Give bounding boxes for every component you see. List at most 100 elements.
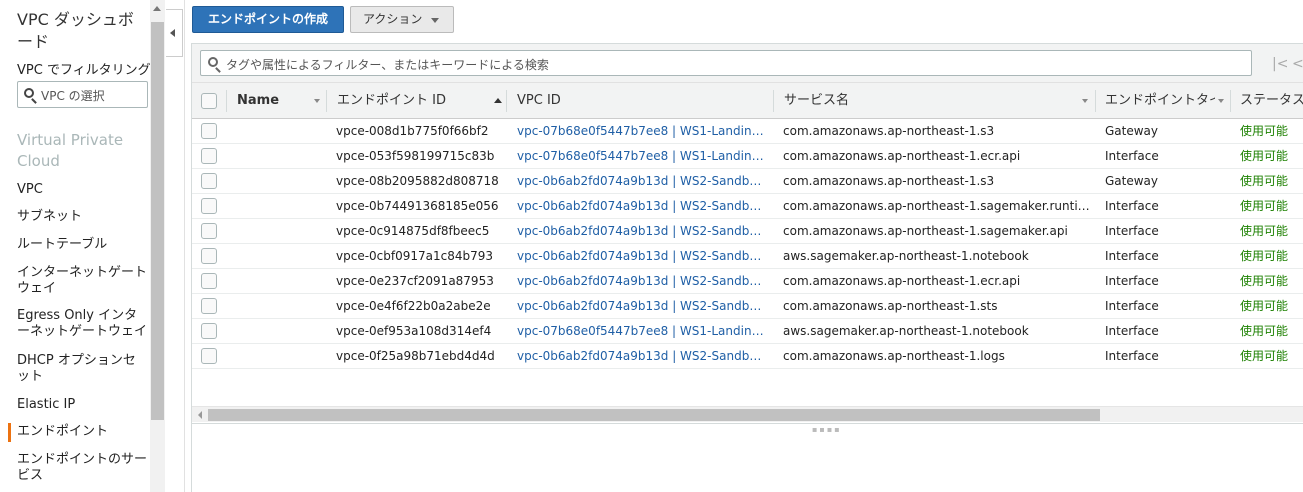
sort-icon[interactable]	[1218, 99, 1224, 103]
sidebar-item-elastic-ip[interactable]: Elastic IP	[17, 397, 147, 413]
vpc-filter-select[interactable]: VPC の選択	[17, 81, 148, 108]
sidebar-item-dhcp-options[interactable]: DHCP オプションセット	[17, 353, 147, 385]
column-separator	[226, 90, 227, 112]
row-checkbox[interactable]	[201, 198, 217, 214]
row-checkbox[interactable]	[201, 123, 217, 139]
row-checkbox[interactable]	[201, 348, 217, 364]
scroll-left-icon[interactable]	[198, 411, 202, 419]
select-all-checkbox[interactable]	[201, 93, 217, 109]
vpc-filter-placeholder: VPC の選択	[41, 89, 105, 103]
sidebar-item-internet-gateways[interactable]: インターネットゲートウェイ	[17, 265, 147, 297]
column-header-endpoint-type[interactable]: エンドポイントタイ	[1105, 83, 1215, 119]
cell-status: 使用可能	[1240, 124, 1289, 138]
create-endpoint-button[interactable]: エンドポイントの作成	[192, 6, 344, 33]
cell-vpc-link[interactable]: vpc-07b68e0f5447b7ee8 | WS1-LandingV...	[517, 144, 767, 168]
column-separator	[506, 90, 507, 112]
cell-endpoint-id: vpce-0c914875df8fbeec5	[336, 224, 490, 238]
sidebar-item-route-tables[interactable]: ルートテーブル	[17, 237, 147, 253]
sidebar-title[interactable]: VPC ダッシュボード	[17, 9, 147, 53]
column-header-status[interactable]: ステータス	[1240, 83, 1303, 119]
resize-grip-icon[interactable]: ▪▪▪▪	[812, 425, 842, 434]
split-pane-divider[interactable]	[192, 423, 1303, 424]
cell-service-name: com.amazonaws.ap-northeast-1.sagemaker.a…	[783, 224, 1068, 238]
sort-icon[interactable]	[314, 99, 320, 103]
cell-name	[237, 344, 322, 368]
table-row[interactable]: vpce-0e237cf2091a87953 vpc-0b6ab2fd074a9…	[192, 269, 1303, 294]
row-checkbox[interactable]	[201, 148, 217, 164]
sort-icon[interactable]	[1082, 99, 1088, 103]
cell-endpoint-type: Interface	[1105, 224, 1159, 238]
scroll-up-icon[interactable]	[153, 6, 161, 11]
table-row[interactable]: vpce-0cbf0917a1c84b793 vpc-0b6ab2fd074a9…	[192, 244, 1303, 269]
sidebar-scroll-thumb[interactable]	[151, 22, 164, 420]
table-row[interactable]: vpce-0e4f6f22b0a2abe2e vpc-0b6ab2fd074a9…	[192, 294, 1303, 319]
table-row[interactable]: vpce-0f25a98b71ebd4d4d vpc-0b6ab2fd074a9…	[192, 344, 1303, 369]
cell-status: 使用可能	[1240, 274, 1289, 288]
cell-endpoint-type: Interface	[1105, 249, 1159, 263]
column-header-vpc-id[interactable]: VPC ID	[517, 83, 561, 119]
sidebar-item-subnets[interactable]: サブネット	[17, 209, 147, 225]
chevron-down-icon	[431, 18, 439, 23]
cell-vpc-link[interactable]: vpc-07b68e0f5447b7ee8 | WS1-LandingV...	[517, 319, 767, 343]
row-checkbox[interactable]	[201, 248, 217, 264]
column-separator	[1230, 90, 1231, 112]
cell-vpc-link[interactable]: vpc-0b6ab2fd074a9b13d | WS2-Sandbox...	[517, 169, 767, 193]
row-checkbox[interactable]	[201, 323, 217, 339]
cell-status: 使用可能	[1240, 174, 1289, 188]
search-bar: タグや属性によるフィルター、またはキーワードによる検索 |< <	[192, 44, 1303, 82]
horizontal-scrollbar[interactable]	[192, 406, 1303, 422]
column-header-name[interactable]: Name	[237, 83, 279, 119]
endpoints-panel: タグや属性によるフィルター、またはキーワードによる検索 |< < Name エン…	[191, 43, 1303, 492]
sidebar-item-egress-only-igw[interactable]: Egress Only インターネットゲートウェイ	[17, 308, 147, 340]
first-page-icon[interactable]: |<	[1272, 56, 1288, 72]
sidebar-item-endpoints[interactable]: エンドポイント	[8, 423, 147, 442]
search-icon	[24, 88, 34, 98]
table-row[interactable]: vpce-0ef953a108d314ef4 vpc-07b68e0f5447b…	[192, 319, 1303, 344]
column-header-endpoint-id[interactable]: エンドポイント ID	[337, 83, 446, 119]
row-checkbox[interactable]	[201, 273, 217, 289]
cell-vpc-link[interactable]: vpc-0b6ab2fd074a9b13d | WS2-Sandbox...	[517, 294, 767, 318]
cell-service-name: com.amazonaws.ap-northeast-1.s3	[783, 124, 995, 138]
row-checkbox[interactable]	[201, 173, 217, 189]
table-row[interactable]: vpce-0b74491368185e056 vpc-0b6ab2fd074a9…	[192, 194, 1303, 219]
sort-asc-icon[interactable]	[494, 98, 502, 103]
cell-vpc-link[interactable]: vpc-0b6ab2fd074a9b13d | WS2-Sandbox...	[517, 344, 767, 368]
cell-vpc-link[interactable]: vpc-0b6ab2fd074a9b13d | WS2-Sandbox...	[517, 219, 767, 243]
table-row[interactable]: vpce-0c914875df8fbeec5 vpc-0b6ab2fd074a9…	[192, 219, 1303, 244]
cell-status: 使用可能	[1240, 324, 1289, 338]
divider	[184, 0, 185, 492]
cell-endpoint-id: vpce-008d1b775f0f66bf2	[336, 124, 489, 138]
cell-status: 使用可能	[1240, 224, 1289, 238]
cell-name	[237, 144, 322, 168]
cell-service-name: aws.sagemaker.ap-northeast-1.notebook	[783, 249, 1029, 263]
cell-status: 使用可能	[1240, 149, 1289, 163]
cell-name	[237, 294, 322, 318]
cell-endpoint-id: vpce-0e4f6f22b0a2abe2e	[336, 299, 491, 313]
actions-dropdown[interactable]: アクション	[350, 6, 454, 33]
prev-page-icon[interactable]: <	[1292, 56, 1303, 72]
sidebar-item-endpoint-services[interactable]: エンドポイントのサービス	[17, 452, 147, 484]
cell-vpc-link[interactable]: vpc-0b6ab2fd074a9b13d | WS2-Sandbox...	[517, 244, 767, 268]
cell-service-name: com.amazonaws.ap-northeast-1.s3	[783, 174, 995, 188]
table-row[interactable]: vpce-008d1b775f0f66bf2 vpc-07b68e0f5447b…	[192, 119, 1303, 144]
sidebar-scrollbar[interactable]	[150, 0, 165, 492]
cell-vpc-link[interactable]: vpc-0b6ab2fd074a9b13d | WS2-Sandbox...	[517, 269, 767, 293]
column-separator	[773, 90, 774, 112]
collapse-left-icon[interactable]	[166, 9, 183, 57]
column-separator	[1095, 90, 1096, 112]
horizontal-scroll-thumb[interactable]	[208, 409, 1100, 421]
cell-vpc-link[interactable]: vpc-07b68e0f5447b7ee8 | WS1-LandingV...	[517, 119, 767, 143]
cell-endpoint-type: Interface	[1105, 324, 1159, 338]
table-row[interactable]: vpce-08b2095882d808718 vpc-0b6ab2fd074a9…	[192, 169, 1303, 194]
cell-endpoint-type: Interface	[1105, 274, 1159, 288]
row-checkbox[interactable]	[201, 298, 217, 314]
table-row[interactable]: vpce-053f598199715c83b vpc-07b68e0f5447b…	[192, 144, 1303, 169]
cell-vpc-link[interactable]: vpc-0b6ab2fd074a9b13d | WS2-Sandbox...	[517, 194, 767, 218]
cell-endpoint-id: vpce-0b74491368185e056	[336, 199, 499, 213]
row-checkbox[interactable]	[201, 223, 217, 239]
cell-name	[237, 194, 322, 218]
cell-endpoint-type: Gateway	[1105, 124, 1159, 138]
search-input[interactable]: タグや属性によるフィルター、またはキーワードによる検索	[200, 50, 1252, 76]
column-header-service-name[interactable]: サービス名	[784, 83, 849, 119]
sidebar-item-vpc[interactable]: VPC	[17, 182, 147, 198]
